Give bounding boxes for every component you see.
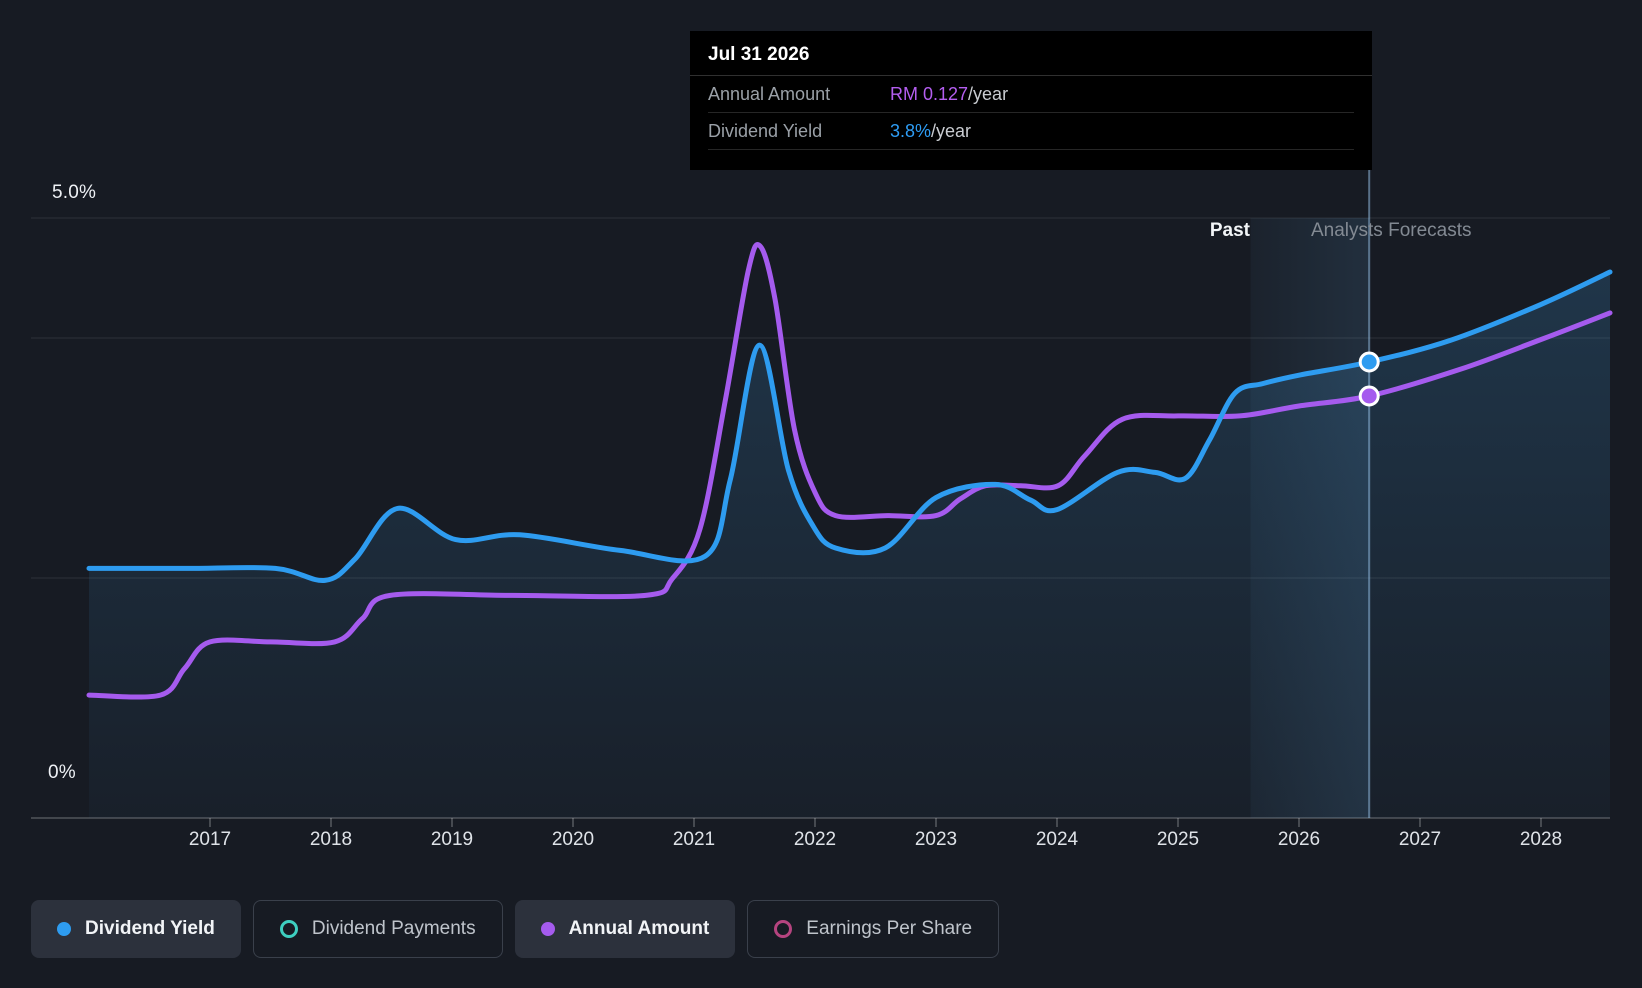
chart-legend: Dividend Yield Dividend Payments Annual Am…	[31, 900, 1000, 958]
legend-item-label: Dividend Payments	[311, 918, 476, 939]
tooltip-row-value: 3.8%	[890, 120, 932, 141]
tooltip-row-value: RM 0.127	[890, 83, 969, 104]
analysts-forecasts-label: Analysts Forecasts	[1311, 220, 1472, 241]
legend-item-earnings-per-share[interactable]: Earnings Per Share	[747, 900, 1000, 958]
legend-item-label: Dividend Yield	[85, 918, 215, 939]
x-axis-label: 2021	[672, 829, 716, 850]
x-axis-label: 2028	[1519, 829, 1563, 850]
legend-marker-icon	[774, 920, 793, 938]
tooltip-rows: Annual Amount RM 0.127/year Dividend Yield…	[690, 76, 1372, 150]
x-axis-label: 2023	[914, 829, 958, 850]
legend-item-dividend-payments[interactable]: Dividend Payments	[252, 900, 503, 958]
tooltip-row-suffix: /year	[931, 120, 972, 141]
dividend-history-chart: 5.0% 0% Past Analysts Forecasts 2017 2018…	[0, 0, 1642, 988]
tooltip-row-label: Annual Amount	[708, 83, 831, 104]
x-axis-label: 2025	[1156, 829, 1200, 850]
y-axis-label-top: 5.0%	[52, 182, 97, 203]
tooltip-date: Jul 31 2026	[690, 31, 1372, 76]
x-axis-label: 2027	[1398, 829, 1442, 850]
x-axis-label: 2018	[309, 829, 353, 850]
x-axis-label: 2017	[188, 829, 232, 850]
x-axis-label: 2020	[551, 829, 595, 850]
x-axis-label: 2024	[1035, 829, 1079, 850]
tooltip-row: Annual Amount RM 0.127/year	[708, 76, 1354, 113]
legend-marker-icon	[279, 920, 298, 938]
tooltip-row-label: Dividend Yield	[708, 120, 823, 141]
legend-item-dividend-yield[interactable]: Dividend Yield	[31, 900, 241, 958]
y-axis-label-bottom: 0%	[48, 762, 76, 783]
legend-marker-icon	[540, 922, 555, 936]
dividend-yield-area	[89, 272, 1610, 818]
x-axis: 2017 2018 2019 2020 2021 2022 2023 2024 2025 2026…	[0, 829, 1642, 855]
legend-item-label: Earnings Per Share	[806, 918, 973, 939]
annual-amount-marker-dot	[1358, 385, 1380, 407]
tooltip-row: Dividend Yield 3.8%/year	[708, 113, 1354, 150]
dividend-yield-marker-dot	[1358, 351, 1380, 373]
past-label: Past	[1209, 220, 1250, 241]
forecast-band	[1250, 218, 1370, 818]
tooltip-row-suffix: /year	[968, 83, 1009, 104]
legend-item-annual-amount[interactable]: Annual Amount	[514, 900, 736, 958]
legend-item-label: Annual Amount	[568, 918, 710, 939]
x-axis-label: 2019	[430, 829, 474, 850]
legend-marker-icon	[57, 922, 71, 936]
chart-tooltip: Jul 31 2026 Annual Amount RM 0.127/year Di…	[690, 31, 1372, 170]
x-axis-label: 2022	[793, 829, 837, 850]
x-axis-label: 2026	[1277, 829, 1321, 850]
